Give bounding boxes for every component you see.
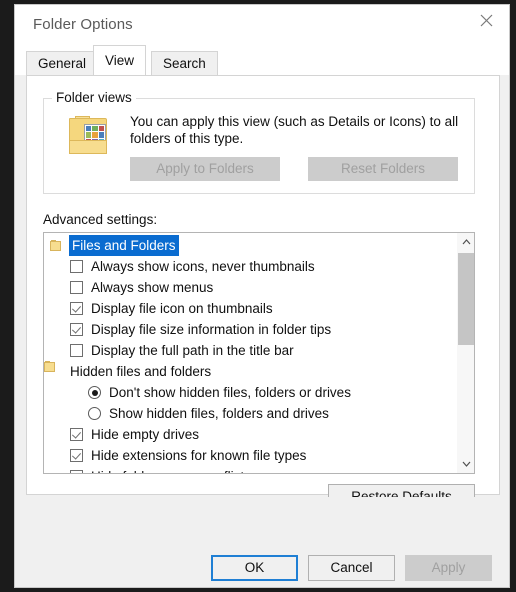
ok-button[interactable]: OK — [211, 555, 298, 581]
settings-row-label: Hide empty drives — [91, 427, 200, 442]
advanced-settings-label: Advanced settings: — [43, 212, 158, 227]
tab-general[interactable]: General — [26, 51, 99, 75]
checkbox[interactable] — [70, 344, 83, 357]
settings-checkbox-row[interactable]: Always show icons, never thumbnails — [44, 256, 456, 277]
settings-row-label: Display the full path in the title bar — [91, 343, 294, 358]
dialog-button-bar: OK Cancel Apply — [15, 497, 509, 587]
checkbox[interactable] — [70, 323, 83, 336]
checkbox[interactable] — [70, 281, 83, 294]
close-button[interactable] — [463, 5, 509, 35]
tab-strip: General View Search — [15, 45, 509, 75]
checkbox[interactable] — [70, 260, 83, 273]
settings-checkbox-row[interactable]: Hide empty drives — [44, 424, 456, 445]
folder-views-group-label: Folder views — [52, 90, 136, 105]
settings-checkbox-row[interactable]: Display file icon on thumbnails — [44, 298, 456, 319]
folder-views-group: Folder views You can apply this view (su… — [43, 90, 475, 194]
settings-group-row[interactable]: Files and Folders — [44, 235, 456, 256]
checkbox[interactable] — [70, 302, 83, 315]
chevron-down-icon — [462, 461, 470, 467]
settings-row-label: Always show menus — [91, 280, 214, 295]
apply-to-folders-button[interactable]: Apply to Folders — [130, 157, 280, 181]
advanced-settings-list: Files and Folders Always show icons, neve… — [44, 233, 456, 473]
scrollbar-up-button[interactable] — [457, 233, 474, 251]
settings-row-label: Show hidden files, folders and drives — [109, 406, 329, 421]
settings-radio-row[interactable]: Show hidden files, folders and drives — [44, 403, 456, 424]
scrollbar-down-button[interactable] — [457, 455, 474, 473]
radio-button[interactable] — [88, 407, 101, 420]
folder-icon — [50, 240, 62, 251]
tab-search[interactable]: Search — [151, 51, 218, 75]
checkbox[interactable] — [70, 449, 83, 462]
apply-button[interactable]: Apply — [405, 555, 492, 581]
title-bar: Folder Options — [15, 5, 509, 45]
settings-row-label: Display file icon on thumbnails — [91, 301, 273, 316]
tab-view[interactable]: View — [93, 45, 147, 75]
settings-row-label: Display file size information in folder … — [91, 322, 332, 337]
settings-checkbox-row[interactable]: Hide extensions for known file types — [44, 445, 456, 466]
view-tab-page: Folder views You can apply this view (su… — [26, 75, 500, 509]
reset-folders-button[interactable]: Reset Folders — [308, 157, 458, 181]
window-title: Folder Options — [33, 16, 133, 33]
advanced-settings-listbox[interactable]: Files and Folders Always show icons, neve… — [43, 232, 475, 474]
settings-row-label: Always show icons, never thumbnails — [91, 259, 315, 274]
radio-button[interactable] — [88, 386, 101, 399]
settings-row-label: Hide extensions for known file types — [91, 448, 307, 463]
advanced-settings-scrollbar[interactable] — [456, 233, 474, 473]
settings-row-label: Hidden files and folders — [70, 364, 212, 379]
settings-row-label: Hide folder merge conflicts — [91, 466, 251, 473]
close-icon — [480, 14, 492, 26]
folder-views-description: You can apply this view (such as Details… — [130, 114, 459, 146]
chevron-up-icon — [462, 239, 470, 245]
settings-checkbox-row[interactable]: Display file size information in folder … — [44, 319, 456, 340]
settings-group-row[interactable]: Hidden files and folders — [44, 361, 456, 382]
folder-view-icon — [66, 116, 112, 158]
settings-row-label: Don't show hidden files, folders or driv… — [109, 385, 351, 400]
settings-checkbox-row[interactable]: Hide folder merge conflicts — [44, 466, 456, 473]
checkbox[interactable] — [70, 470, 83, 473]
settings-row-label: Files and Folders — [69, 235, 179, 256]
checkbox[interactable] — [70, 428, 83, 441]
settings-checkbox-row[interactable]: Display the full path in the title bar — [44, 340, 456, 361]
folder-options-dialog: Folder Options General View Search Folde… — [14, 4, 510, 588]
cancel-button[interactable]: Cancel — [308, 555, 395, 581]
settings-radio-row[interactable]: Don't show hidden files, folders or driv… — [44, 382, 456, 403]
settings-checkbox-row[interactable]: Always show menus — [44, 277, 456, 298]
scrollbar-thumb[interactable] — [458, 253, 474, 345]
